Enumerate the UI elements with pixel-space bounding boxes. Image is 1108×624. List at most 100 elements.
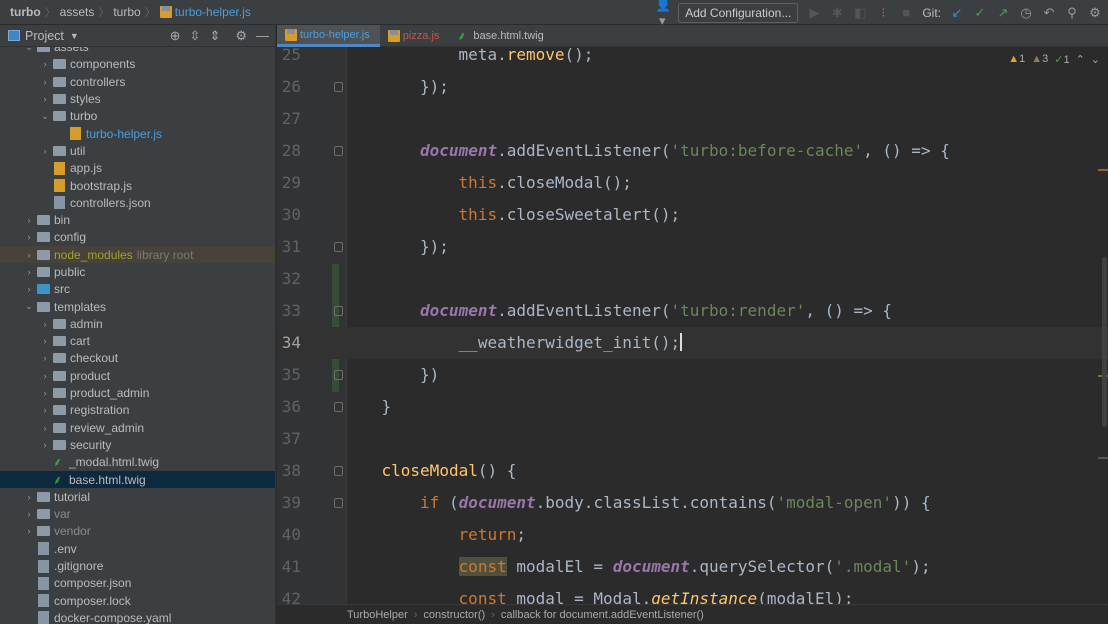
previous-problem-icon[interactable]: ⌃ [1076, 53, 1085, 66]
tree-item[interactable]: › components [0, 56, 275, 73]
project-view-selector[interactable]: Project [25, 29, 64, 43]
tree-item[interactable]: › registration [0, 402, 275, 419]
breadcrumb-assets[interactable]: assets [56, 5, 99, 19]
fold-marker-icon[interactable] [334, 466, 343, 476]
chevron-right-icon[interactable]: › [24, 492, 34, 502]
breadcrumb-project[interactable]: turbo [0, 5, 45, 19]
tree-item[interactable]: › cart [0, 333, 275, 350]
tree-item[interactable]: › vendor [0, 523, 275, 540]
chevron-right-icon[interactable]: › [40, 440, 50, 450]
chevron-right-icon[interactable]: › [40, 353, 50, 363]
chevron-right-icon[interactable]: › [24, 509, 34, 519]
history-icon[interactable]: ◷ [1019, 5, 1033, 21]
next-problem-icon[interactable]: ⌄ [1091, 53, 1100, 66]
tree-item[interactable]: ⸙ base.html.twig [0, 470, 275, 489]
tree-item[interactable]: › product_admin [0, 384, 275, 401]
tree-item[interactable]: › checkout [0, 350, 275, 367]
inspection-widget[interactable]: ▲1 ▲3 ✓1 ⌃ ⌄ [1008, 53, 1100, 66]
run-icon[interactable]: ▶ [807, 5, 821, 21]
breadcrumb-turbo[interactable]: turbo [109, 5, 144, 19]
tree-item[interactable]: › security [0, 436, 275, 453]
gear-icon[interactable]: ⚙ [235, 28, 247, 44]
tree-item[interactable]: composer.lock [0, 592, 275, 609]
tree-item[interactable]: › tutorial [0, 488, 275, 505]
tree-item[interactable]: ⌄ templates [0, 298, 275, 315]
tree-item[interactable]: › public [0, 263, 275, 280]
crumb-class[interactable]: TurboHelper [347, 609, 408, 621]
tree-item[interactable]: › config [0, 229, 275, 246]
chevron-right-icon[interactable]: › [24, 267, 34, 277]
search-icon[interactable]: ⚲ [1065, 5, 1079, 21]
tree-item[interactable]: bootstrap.js [0, 177, 275, 194]
tree-item[interactable]: turbo-helper.js [0, 125, 275, 142]
settings-icon[interactable]: ⚙ [1088, 5, 1102, 21]
chevron-right-icon[interactable]: › [24, 526, 34, 536]
tree-item[interactable]: › review_admin [0, 419, 275, 436]
chevron-right-icon[interactable]: › [24, 215, 34, 225]
chevron-right-icon[interactable]: › [40, 405, 50, 415]
scrollbar[interactable] [1102, 257, 1107, 427]
tree-item[interactable]: › util [0, 142, 275, 159]
git-push-icon[interactable]: ↗ [996, 5, 1010, 21]
add-configuration-button[interactable]: Add Configuration... [678, 2, 799, 23]
tree-item[interactable]: ⌄ turbo [0, 108, 275, 125]
debug-icon[interactable]: ✱ [830, 5, 844, 21]
tree-item[interactable]: ⸙ _modal.html.twig [0, 454, 275, 471]
rollback-icon[interactable]: ↶ [1042, 5, 1056, 21]
chevron-right-icon[interactable]: › [40, 423, 50, 433]
locate-icon[interactable]: ⊕ [170, 28, 181, 44]
chevron-down-icon[interactable]: ⌄ [24, 301, 34, 312]
tree-item[interactable]: › styles [0, 90, 275, 107]
chevron-right-icon[interactable]: › [40, 319, 50, 329]
fold-marker-icon[interactable] [334, 306, 343, 316]
fold-marker-icon[interactable] [334, 82, 343, 92]
fold-marker-icon[interactable] [334, 370, 343, 380]
chevron-right-icon[interactable]: › [40, 388, 50, 398]
chevron-down-icon[interactable]: ⌄ [40, 111, 50, 122]
tree-item[interactable]: .gitignore [0, 557, 275, 574]
expand-all-icon[interactable]: ⇳ [190, 28, 201, 44]
tree-item[interactable]: › product [0, 367, 275, 384]
tree-item[interactable]: › node_modules library root [0, 246, 275, 264]
fold-marker-icon[interactable] [334, 242, 343, 252]
chevron-right-icon[interactable]: › [40, 77, 50, 87]
chevron-right-icon[interactable]: › [40, 336, 50, 346]
fold-marker-icon[interactable] [334, 402, 343, 412]
code-editor[interactable]: 25 meta.remove(); 26}); 27 28 document.addEve… [277, 47, 1108, 604]
chevron-right-icon[interactable]: › [24, 284, 34, 294]
crumb-method[interactable]: constructor() [423, 609, 485, 621]
tab-base-html-twig[interactable]: ⸙ base.html.twig [449, 25, 553, 47]
collapse-all-icon[interactable]: ⇕ [209, 28, 220, 44]
tab-pizza-js[interactable]: pizza.js [380, 25, 450, 47]
fold-marker-icon[interactable] [334, 498, 343, 508]
tree-item[interactable]: › controllers [0, 73, 275, 90]
tree-item[interactable]: app.js [0, 160, 275, 177]
chevron-right-icon[interactable]: › [24, 232, 34, 242]
chevron-right-icon[interactable]: › [24, 250, 34, 260]
warning-count[interactable]: ▲1 [1008, 53, 1025, 66]
crumb-callback[interactable]: callback for document.addEventListener() [501, 609, 704, 621]
chevron-right-icon[interactable]: › [40, 59, 50, 69]
tree-item[interactable]: › bin [0, 211, 275, 228]
git-update-icon[interactable]: ↙ [950, 5, 964, 21]
tree-item[interactable]: controllers.json [0, 194, 275, 211]
tree-item[interactable]: composer.json [0, 575, 275, 592]
git-commit-icon[interactable]: ✓ [973, 5, 987, 21]
chevron-right-icon[interactable]: › [40, 371, 50, 381]
tree-item[interactable]: › admin [0, 315, 275, 332]
chevron-right-icon[interactable]: › [40, 146, 50, 156]
fold-marker-icon[interactable] [334, 146, 343, 156]
tree-item[interactable]: › var [0, 506, 275, 523]
tree-item[interactable]: › src [0, 281, 275, 298]
stop-icon[interactable]: ■ [899, 5, 913, 20]
typo-count[interactable]: ✓1 [1054, 53, 1069, 66]
weak-warning-count[interactable]: ▲3 [1031, 53, 1048, 66]
tree-item[interactable]: docker-compose.yaml [0, 609, 275, 624]
hide-icon[interactable]: — [256, 28, 269, 44]
attach-icon[interactable]: ⁝ [876, 5, 890, 21]
breadcrumb-file[interactable]: turbo-helper.js [156, 5, 255, 19]
tab-turbo-helper-js[interactable]: turbo-helper.js [277, 25, 380, 47]
tree-item[interactable]: .env [0, 540, 275, 557]
chevron-right-icon[interactable]: › [40, 94, 50, 104]
coverage-icon[interactable]: ◧ [853, 5, 867, 21]
